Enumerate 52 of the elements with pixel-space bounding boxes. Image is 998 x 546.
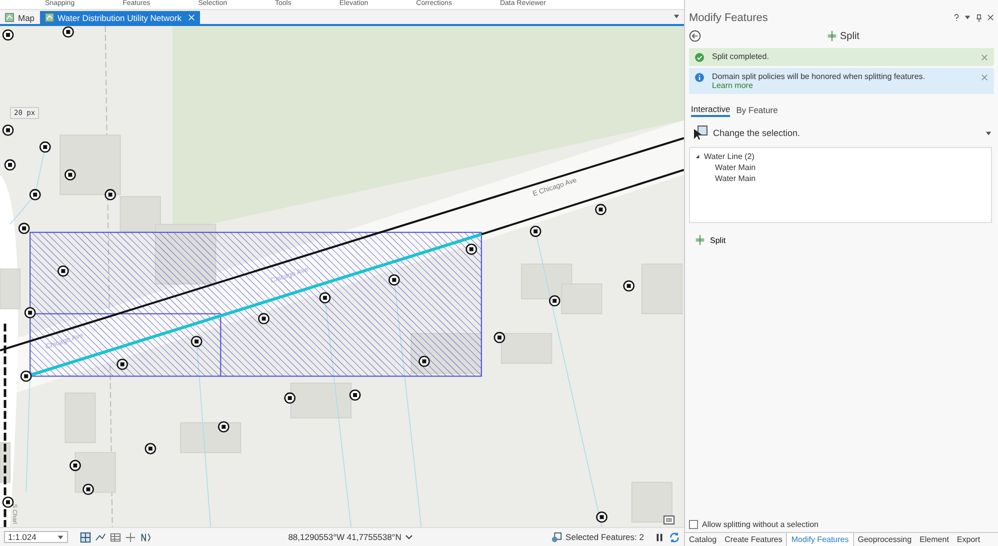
- message-text: Split completed.: [712, 52, 770, 61]
- close-icon[interactable]: [981, 74, 988, 81]
- help-icon[interactable]: [953, 14, 960, 21]
- pane-tab[interactable]: Create Features: [720, 533, 786, 546]
- select-cursor-icon[interactable]: [693, 125, 709, 141]
- close-icon[interactable]: [981, 54, 988, 61]
- expand-toggle-icon[interactable]: [695, 154, 700, 159]
- pin-icon[interactable]: [975, 14, 983, 22]
- check-circle-icon: [695, 53, 704, 62]
- tree-item[interactable]: Water Main: [695, 162, 986, 173]
- checkbox[interactable]: [689, 520, 698, 529]
- tree-item[interactable]: Water Line (2): [704, 151, 754, 162]
- north-arrow-icon[interactable]: [140, 532, 151, 542]
- view-tab[interactable]: Water Distribution Utility Network: [40, 11, 200, 24]
- scale-dropdown[interactable]: 1:1.024: [4, 531, 68, 543]
- message-text: Domain split policies will be honored when splitting features.: [712, 72, 926, 81]
- pane-tab[interactable]: Geoprocessing: [854, 533, 916, 546]
- notes-icon[interactable]: [663, 514, 675, 526]
- tree-item[interactable]: Water Main: [695, 173, 986, 184]
- dropdown-icon[interactable]: [964, 14, 971, 21]
- refresh-icon[interactable]: [668, 532, 680, 542]
- split-button[interactable]: Split: [693, 233, 728, 247]
- back-icon[interactable]: [689, 30, 701, 42]
- split-icon: [695, 235, 705, 245]
- pane-tab[interactable]: Interactive: [691, 104, 730, 117]
- learn-more-link[interactable]: Learn more: [712, 81, 753, 90]
- close-icon[interactable]: [987, 14, 994, 21]
- table-icon[interactable]: [110, 532, 121, 542]
- pane-tab[interactable]: Modify Features: [786, 533, 854, 546]
- chevron-icon[interactable]: [405, 533, 414, 541]
- caret-icon[interactable]: [57, 534, 64, 540]
- split-icon: [827, 31, 837, 41]
- dropdown-icon[interactable]: [985, 130, 992, 136]
- selection-icon[interactable]: [550, 532, 562, 542]
- map-icon: [44, 13, 54, 22]
- checkbox-label: Allow splitting without a selection: [702, 520, 819, 529]
- tool-title: Split: [827, 30, 860, 42]
- view-tab[interactable]: Map: [0, 11, 40, 24]
- selection-prompt: Change the selection.: [713, 128, 802, 138]
- map-icon: [5, 13, 14, 22]
- pane-tab[interactable]: Element: [916, 533, 953, 546]
- snapping-icon[interactable]: [95, 532, 106, 542]
- crosshair-icon[interactable]: [125, 532, 136, 542]
- selected-features-count[interactable]: Selected Features: 2: [566, 532, 644, 542]
- grid-icon[interactable]: [80, 532, 91, 542]
- info-icon: [695, 73, 704, 82]
- pane-tab[interactable]: Export: [952, 533, 984, 546]
- pane-tab[interactable]: By Feature: [736, 104, 778, 117]
- coordinates-readout: 88,1290553°W 41,7755538°N: [288, 532, 402, 542]
- caret-icon[interactable]: [673, 13, 680, 20]
- pane-tab[interactable]: Catalog: [685, 533, 721, 546]
- pane-title: Modify Features: [689, 12, 768, 24]
